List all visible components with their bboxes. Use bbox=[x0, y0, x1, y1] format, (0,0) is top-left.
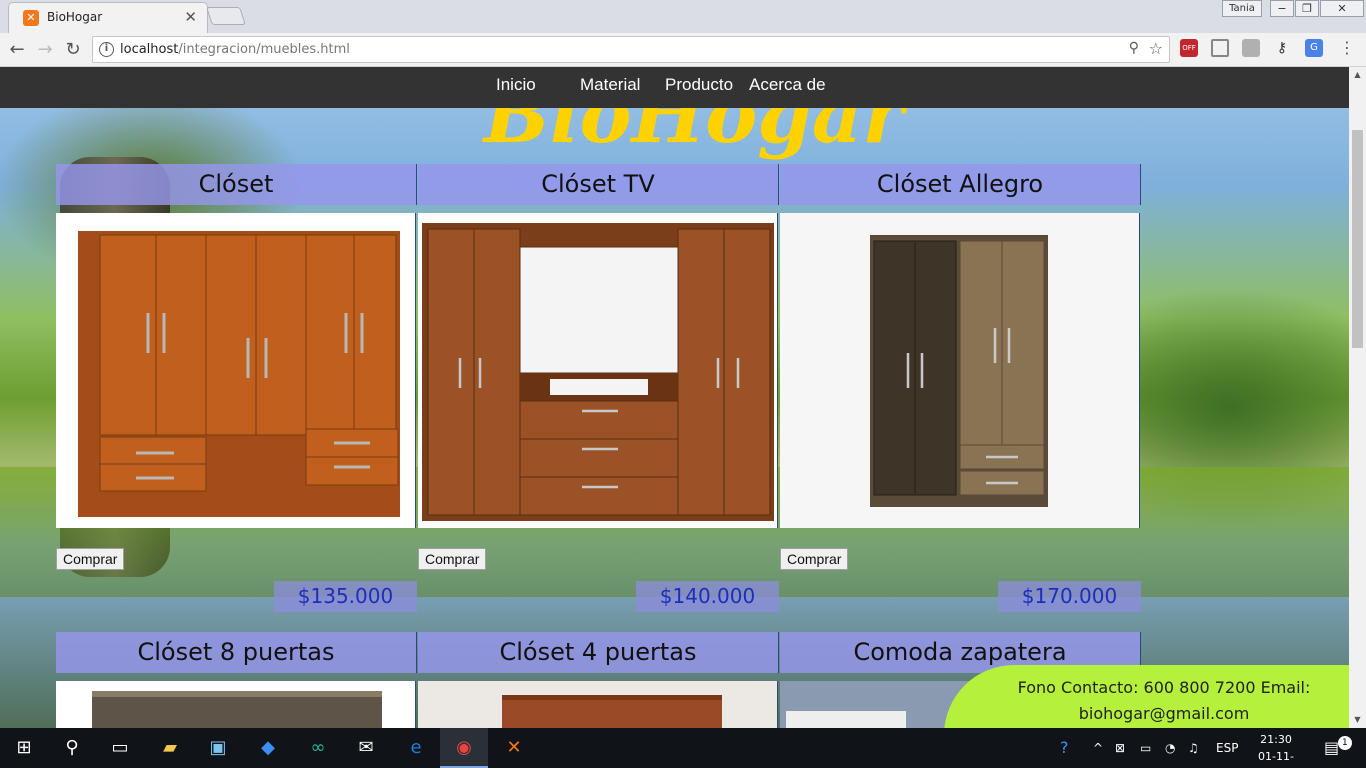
battery-icon[interactable]: ▭ bbox=[1140, 728, 1151, 768]
mail-icon[interactable]: ✉ bbox=[342, 728, 390, 768]
product-card: Clóset 8 puertas bbox=[56, 632, 417, 728]
browser-tab[interactable]: ✕ BioHogar ✕ bbox=[8, 2, 208, 33]
file-explorer-icon[interactable]: ▰ bbox=[146, 728, 194, 768]
product-title: Clóset Allegro bbox=[780, 164, 1141, 205]
nav-producto[interactable]: Producto bbox=[665, 75, 733, 95]
browser-tabstrip: ✕ BioHogar ✕ Tania − ❐ ✕ bbox=[0, 0, 1366, 33]
network-off-icon[interactable]: ⊠ bbox=[1115, 728, 1125, 768]
product-price: $140.000 bbox=[636, 581, 779, 612]
notifications-icon[interactable]: ▤ bbox=[1324, 728, 1339, 768]
volume-icon[interactable]: ♫ bbox=[1188, 728, 1199, 768]
product-image-closet-8-puertas[interactable] bbox=[56, 681, 416, 728]
nav-inicio[interactable]: Inicio bbox=[496, 75, 536, 95]
input-language[interactable]: ESP bbox=[1216, 728, 1238, 768]
windows-taskbar: ⊞ ⚲ ▭ ▰ ▣ ◆ ∞ ✉ e ◉ ✕ ? ^ ⊠ ▭ ◔ ♫ ESP 21… bbox=[0, 728, 1366, 768]
page-viewport: Inicio Material Producto Acerca de BioHo… bbox=[0, 67, 1349, 728]
chrome-menu-icon[interactable]: ⋮ bbox=[1338, 39, 1356, 57]
nav-material[interactable]: Material bbox=[580, 75, 640, 95]
site-info-icon[interactable]: i bbox=[99, 42, 114, 57]
help-icon[interactable]: ? bbox=[1060, 728, 1069, 768]
new-tab-button[interactable] bbox=[206, 7, 246, 25]
restore-button[interactable]: ❐ bbox=[1295, 0, 1319, 17]
browser-toolbar: ← → ↻ i localhost/integracion/muebles.ht… bbox=[0, 33, 1366, 67]
url-text: localhost/integracion/muebles.html bbox=[120, 42, 350, 57]
product-image-closet-tv[interactable] bbox=[418, 213, 778, 528]
extension-pdf-icon[interactable] bbox=[1242, 39, 1260, 57]
nav-acerca-de[interactable]: Acerca de bbox=[749, 75, 826, 95]
product-title: Clóset 8 puertas bbox=[56, 632, 417, 673]
bookmark-star-icon[interactable]: ☆ bbox=[1149, 39, 1163, 58]
chrome-icon[interactable]: ◉ bbox=[440, 728, 488, 768]
contact-footer: Fono Contacto: 600 800 7200 Email: bioho… bbox=[944, 665, 1349, 728]
extension-off-icon[interactable]: OFF bbox=[1180, 39, 1198, 57]
scroll-up-icon[interactable]: ▲ bbox=[1352, 69, 1363, 80]
forward-icon[interactable]: → bbox=[32, 37, 58, 63]
minimize-button[interactable]: − bbox=[1270, 0, 1294, 17]
tab-close-icon[interactable]: ✕ bbox=[184, 8, 197, 26]
product-card: Clóset TV Comprar $140.000 bbox=[418, 164, 779, 614]
buy-button[interactable]: Comprar bbox=[780, 548, 849, 570]
start-windows-icon[interactable]: ⊞ bbox=[0, 728, 48, 768]
show-hidden-icons-icon[interactable]: ^ bbox=[1093, 728, 1103, 768]
product-card: Clóset Comprar $135.000 bbox=[56, 164, 417, 614]
product-image-closet-allegro[interactable] bbox=[780, 213, 1140, 528]
clock-date: 01-11-2017 bbox=[1258, 750, 1294, 768]
product-title: Clóset 4 puertas bbox=[418, 632, 779, 673]
dropbox-icon[interactable]: ◆ bbox=[244, 728, 292, 768]
edge-icon[interactable]: e bbox=[392, 728, 440, 768]
xampp-favicon-icon: ✕ bbox=[23, 10, 39, 26]
extension-translate-icon[interactable]: G bbox=[1305, 39, 1323, 57]
search-icon[interactable]: ⚲ bbox=[48, 728, 96, 768]
reload-icon[interactable]: ↻ bbox=[60, 37, 86, 63]
product-image-closet-4-puertas[interactable] bbox=[418, 681, 778, 728]
clock-time: 21:30 bbox=[1260, 733, 1292, 746]
system-clock[interactable]: 21:30 01-11-2017 bbox=[1246, 731, 1306, 768]
store-icon[interactable]: ▣ bbox=[194, 728, 242, 768]
notification-count-badge: 1 bbox=[1338, 736, 1352, 750]
buy-button[interactable]: Comprar bbox=[56, 548, 125, 570]
xampp-icon[interactable]: ✕ bbox=[490, 728, 538, 768]
tab-title: BioHogar bbox=[47, 10, 103, 24]
page-scrollbar[interactable]: ▲ ▼ bbox=[1349, 67, 1366, 728]
product-price: $135.000 bbox=[274, 581, 417, 612]
buy-button[interactable]: Comprar bbox=[418, 548, 487, 570]
address-bar[interactable]: i localhost/integracion/muebles.html ⚲ ☆ bbox=[92, 36, 1170, 63]
extension-key-icon[interactable]: ⚷ bbox=[1273, 39, 1291, 57]
task-view-icon[interactable]: ▭ bbox=[96, 728, 144, 768]
close-window-button[interactable]: ✕ bbox=[1320, 0, 1364, 17]
extension-cube-icon[interactable] bbox=[1211, 39, 1229, 57]
scrollbar-thumb[interactable] bbox=[1352, 130, 1363, 348]
back-icon[interactable]: ← bbox=[4, 37, 30, 63]
profile-button[interactable]: Tania bbox=[1222, 0, 1262, 17]
site-nav-bar: Inicio Material Producto Acerca de bbox=[0, 67, 1349, 108]
product-title: Clóset bbox=[56, 164, 417, 205]
wifi-icon[interactable]: ◔ bbox=[1165, 728, 1175, 768]
product-card: Clóset 4 puertas bbox=[418, 632, 779, 728]
product-title: Clóset TV bbox=[418, 164, 779, 205]
product-price: $170.000 bbox=[998, 581, 1141, 612]
scroll-down-icon[interactable]: ▼ bbox=[1352, 714, 1363, 725]
zoom-icon[interactable]: ⚲ bbox=[1129, 40, 1139, 56]
product-card: Clóset Allegro Comprar $170.000 bbox=[780, 164, 1141, 614]
arduino-icon[interactable]: ∞ bbox=[294, 728, 342, 768]
product-image-closet[interactable] bbox=[56, 213, 416, 528]
